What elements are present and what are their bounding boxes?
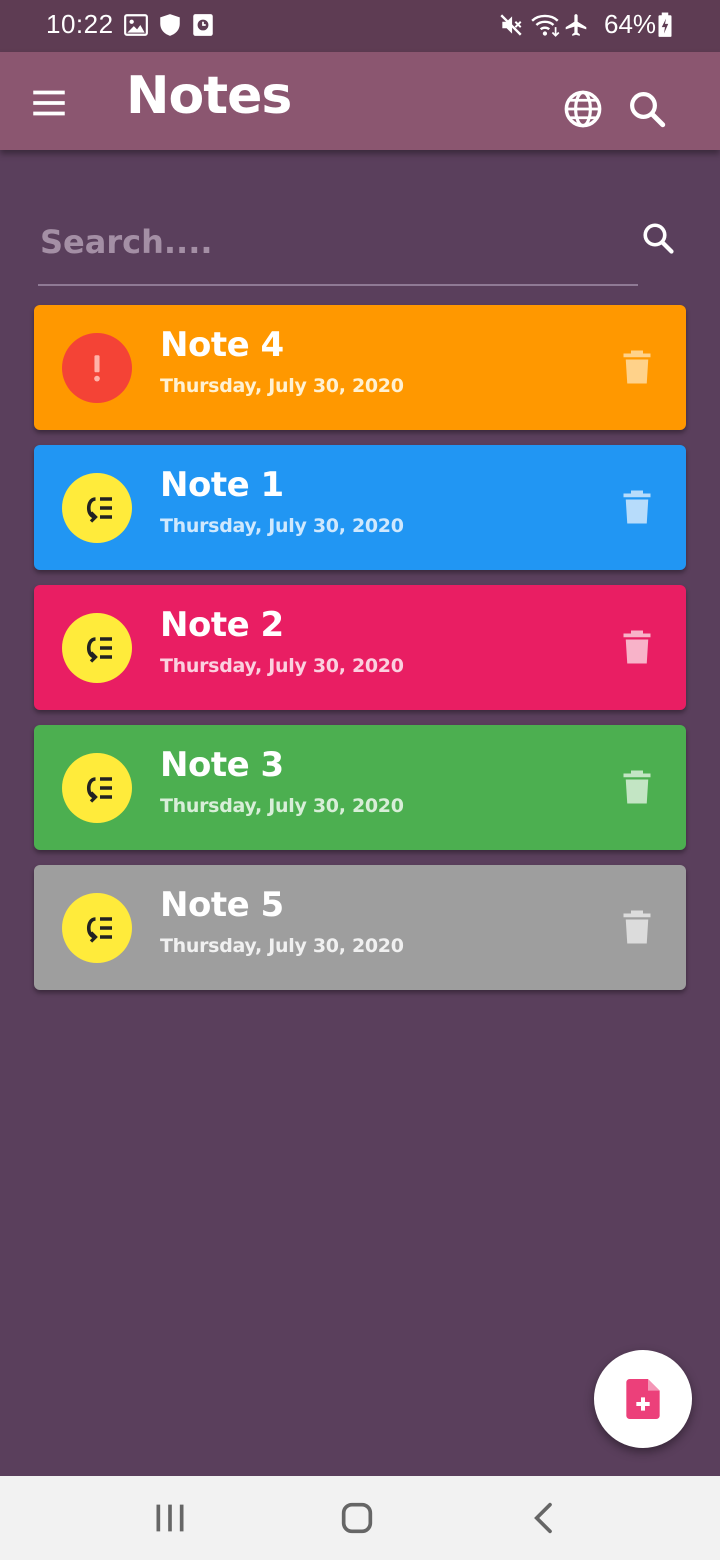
globe-icon[interactable]: [562, 88, 604, 130]
note-card[interactable]: Note 5 Thursday, July 30, 2020: [34, 865, 686, 990]
image-icon: [124, 14, 148, 36]
note-card[interactable]: Note 1 Thursday, July 30, 2020: [34, 445, 686, 570]
back-icon[interactable]: [525, 1498, 565, 1538]
note-title: Note 1: [160, 465, 284, 505]
note-date: Thursday, July 30, 2020: [160, 795, 404, 817]
note-title: Note 4: [160, 325, 284, 365]
delete-icon[interactable]: [622, 629, 652, 665]
delete-icon[interactable]: [622, 909, 652, 945]
status-bar: 10:22 64%: [0, 0, 720, 52]
search-input[interactable]: [38, 216, 602, 268]
add-note-button[interactable]: [594, 1350, 692, 1448]
delete-icon[interactable]: [622, 489, 652, 525]
note-date: Thursday, July 30, 2020: [160, 935, 404, 957]
wifi-icon: [531, 14, 560, 37]
recent-apps-icon[interactable]: [150, 1498, 190, 1538]
battery-percent: 64%: [604, 9, 657, 39]
home-icon[interactable]: [337, 1498, 377, 1538]
note-card[interactable]: Note 3 Thursday, July 30, 2020: [34, 725, 686, 850]
navigation-bar: [0, 1476, 720, 1560]
status-time: 10:22: [46, 9, 114, 39]
search-field: [38, 206, 638, 286]
airplane-icon: [565, 14, 587, 36]
note-date: Thursday, July 30, 2020: [160, 655, 404, 677]
search-icon[interactable]: [626, 88, 668, 130]
app-bar: Notes: [0, 52, 720, 150]
note-card[interactable]: Note 4 Thursday, July 30, 2020: [34, 305, 686, 430]
shield-icon: [160, 14, 180, 36]
mute-icon: [500, 14, 522, 36]
note-title: Note 5: [160, 885, 284, 925]
delete-icon[interactable]: [622, 349, 652, 385]
notes-list: Note 4 Thursday, July 30, 2020 Note 1 Th…: [34, 305, 686, 1005]
note-card[interactable]: Note 2 Thursday, July 30, 2020: [34, 585, 686, 710]
note-title: Note 2: [160, 605, 284, 645]
low-priority-icon: [62, 753, 132, 823]
note-date: Thursday, July 30, 2020: [160, 515, 404, 537]
note-title: Note 3: [160, 745, 284, 785]
clock-box-icon: [193, 14, 213, 36]
menu-icon[interactable]: [28, 82, 70, 124]
delete-icon[interactable]: [622, 769, 652, 805]
battery-charging-icon: [658, 12, 672, 37]
low-priority-icon: [62, 893, 132, 963]
low-priority-icon: [62, 613, 132, 683]
low-priority-icon: [62, 473, 132, 543]
priority-high-icon: [62, 333, 132, 403]
search-icon[interactable]: [640, 220, 676, 256]
add-note-icon: [626, 1379, 660, 1419]
note-date: Thursday, July 30, 2020: [160, 375, 404, 397]
app-title: Notes: [126, 66, 292, 126]
